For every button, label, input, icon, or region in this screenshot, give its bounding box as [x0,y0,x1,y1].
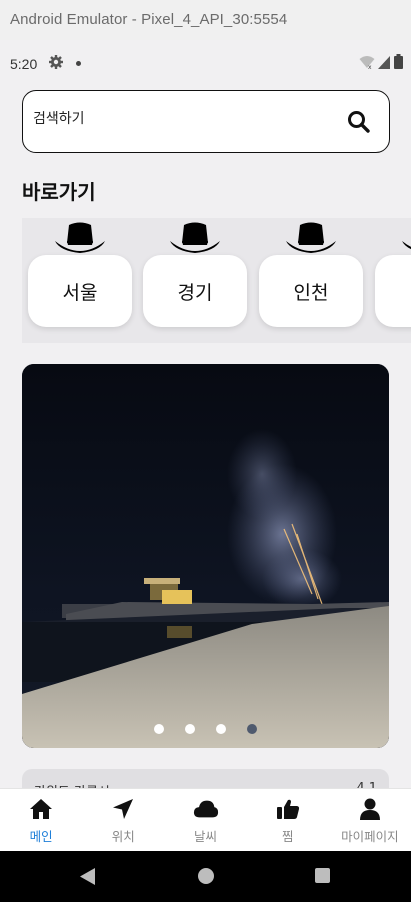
shortcut-card-seoul[interactable]: 서울 [28,255,132,327]
notification-dot-icon [76,61,81,66]
cloud-icon [193,797,219,821]
carousel-indicator [22,724,389,734]
tab-label: 찜 [281,829,294,844]
search-box [22,90,390,153]
shortcut-item[interactable]: 서울 [28,218,132,343]
person-icon [357,797,383,821]
gear-icon [48,54,64,74]
carousel-dot[interactable] [185,724,195,734]
svg-text:x: x [368,64,372,69]
battery-icon [394,54,403,73]
beach-fireworks-photo [22,364,389,748]
carousel-dot[interactable] [216,724,226,734]
status-bar: 5:20 x [0,40,411,86]
shortcut-card-gyeonggi[interactable]: 경기 [143,255,247,327]
carousel-banner[interactable] [22,364,389,748]
shortcut-card-incheon[interactable]: 인천 [259,255,363,327]
back-icon[interactable] [80,868,96,889]
home-icon [28,797,54,821]
bottom-tab-bar: 메인 위치 날씨 찜 마이페이지 [0,788,411,851]
carousel-dot[interactable] [154,724,164,734]
app-frame: Android Emulator - Pixel_4_API_30:5554 5… [0,0,411,902]
status-time: 5:20 [10,56,38,72]
search-input[interactable] [33,111,333,127]
shortcut-card-partial[interactable]: 제 [375,255,411,327]
tab-label: 날씨 [194,829,218,844]
android-nav-bar [0,851,411,902]
tab-favorites[interactable]: 찜 [247,789,329,851]
shortcuts-title: 바로가기 [22,180,96,204]
hat-icon [170,222,220,253]
status-icons: x [359,54,403,73]
thumbs-up-icon [275,797,301,821]
tab-main[interactable]: 메인 [0,789,82,851]
shortcut-list[interactable]: 서울 경기 인천 제 [22,218,411,343]
shortcut-item[interactable]: 경기 [143,218,247,343]
tab-label: 마이페이지 [341,829,399,844]
hat-icon [402,241,411,250]
wifi-icon: x [359,54,375,73]
shortcut-item[interactable]: 인천 [259,218,363,343]
hat-icon [55,222,105,253]
navigation-arrow-icon [110,797,136,821]
home-circle-icon[interactable] [198,868,214,884]
tab-location[interactable]: 위치 [82,789,164,851]
hat-icon [286,222,336,253]
window-title: Android Emulator - Pixel_4_API_30:5554 [0,0,411,40]
tab-weather[interactable]: 날씨 [164,789,246,851]
signal-icon [378,54,391,73]
search-icon[interactable] [347,110,371,134]
tab-mypage[interactable]: 마이페이지 [329,789,411,851]
tab-label: 메인 [29,829,53,844]
shortcut-item[interactable]: 제 [375,218,411,343]
tab-label: 위치 [111,829,135,844]
recents-icon[interactable] [315,868,330,883]
carousel-dot[interactable] [247,724,257,734]
